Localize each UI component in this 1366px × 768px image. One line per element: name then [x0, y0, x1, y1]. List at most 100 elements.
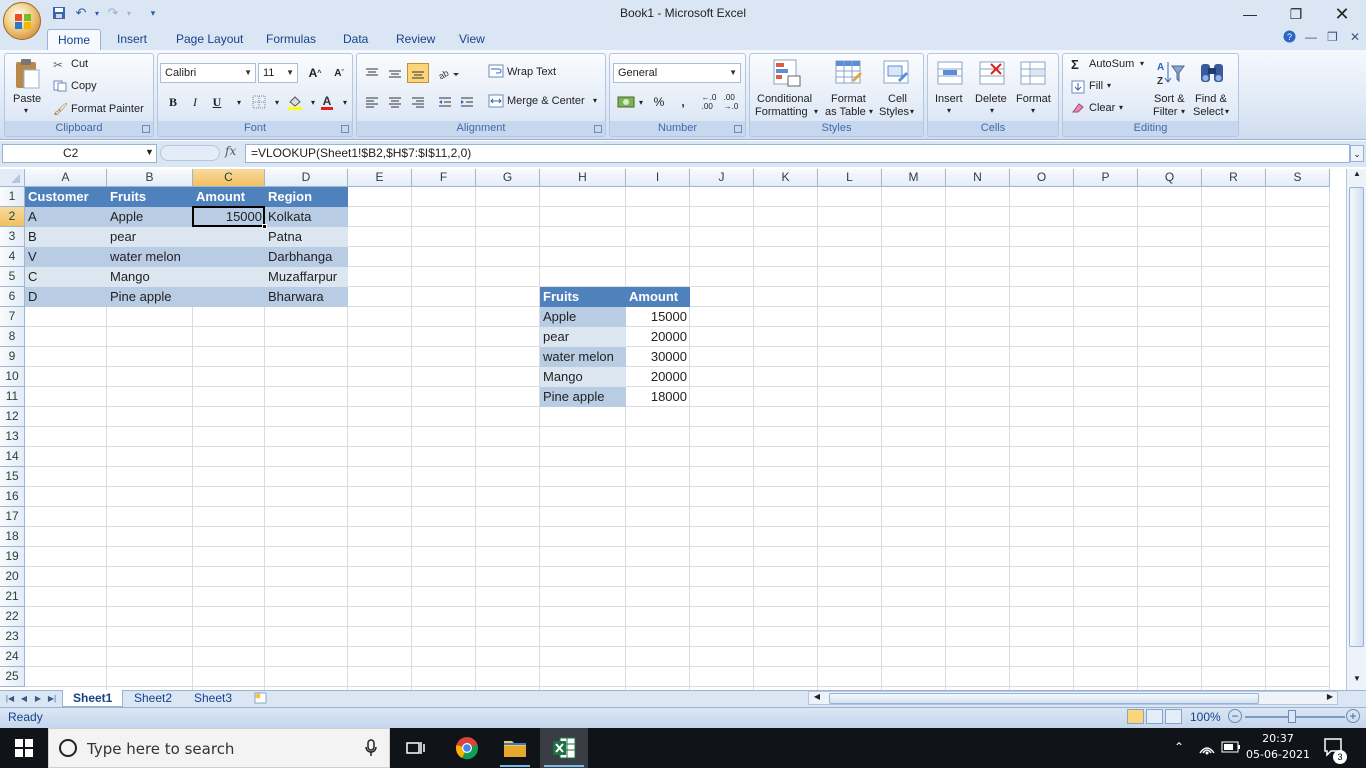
- row-header-22[interactable]: 22: [0, 607, 25, 627]
- close-icon[interactable]: ✕: [1319, 0, 1365, 28]
- column-header-r[interactable]: R: [1202, 169, 1266, 187]
- format-painter-button[interactable]: Format Painter: [71, 103, 144, 115]
- expand-formula-bar-icon[interactable]: ⌄: [1350, 145, 1364, 162]
- column-header-n[interactable]: N: [946, 169, 1010, 187]
- find-select-icon[interactable]: [1195, 56, 1229, 90]
- format-as-table-icon[interactable]: [832, 56, 866, 90]
- shrink-font-icon[interactable]: Aˇ: [328, 63, 350, 83]
- font-size-dropdown-icon[interactable]: ▼: [286, 64, 294, 82]
- table1-header-cell[interactable]: Region: [265, 187, 348, 207]
- fill-dropdown-icon[interactable]: ▾: [1107, 81, 1111, 90]
- find-select-label-1[interactable]: Find &: [1195, 93, 1227, 105]
- row-header-17[interactable]: 17: [0, 507, 25, 527]
- column-header-g[interactable]: G: [476, 169, 540, 187]
- table1-cell[interactable]: [193, 247, 265, 267]
- show-hidden-icons[interactable]: ⌃: [1174, 740, 1184, 754]
- active-cell-border[interactable]: [192, 206, 265, 227]
- font-size-combo[interactable]: 11 ▼: [258, 63, 298, 83]
- scroll-left-icon[interactable]: ◀: [811, 692, 823, 704]
- name-box-dropdown-icon[interactable]: ▼: [145, 147, 154, 157]
- table1-header-cell[interactable]: Fruits: [107, 187, 193, 207]
- column-header-j[interactable]: J: [690, 169, 754, 187]
- help-icon[interactable]: ?: [1283, 30, 1296, 46]
- vertical-scrollbar[interactable]: ▲ ▼: [1346, 169, 1366, 690]
- table1-cell[interactable]: Muzaffarpur: [265, 267, 348, 287]
- next-sheet-icon[interactable]: ▶: [32, 692, 44, 705]
- zoom-slider-thumb[interactable]: [1288, 710, 1296, 723]
- table1-cell[interactable]: B: [25, 227, 107, 247]
- insert-sheet-icon[interactable]: [252, 691, 272, 705]
- insert-dropdown-icon[interactable]: ▾: [947, 106, 951, 115]
- row-header-21[interactable]: 21: [0, 587, 25, 607]
- page-break-view-icon[interactable]: [1165, 709, 1182, 724]
- tab-page-layout[interactable]: Page Layout: [166, 29, 253, 51]
- sort-filter-label-2[interactable]: Filter: [1153, 106, 1177, 118]
- row-header-18[interactable]: 18: [0, 527, 25, 547]
- align-center-icon[interactable]: [384, 92, 406, 112]
- sort-filter-label-1[interactable]: Sort &: [1154, 93, 1185, 105]
- tab-formulas[interactable]: Formulas: [256, 29, 326, 51]
- table1-header-cell[interactable]: Customer: [25, 187, 107, 207]
- row-header-15[interactable]: 15: [0, 467, 25, 487]
- worksheet-grid[interactable]: ABCDEFGHIJKLMNOPQRS 1 2 3 4 5 6 7 8 9 10 11 12 13 14 1…: [0, 169, 1346, 690]
- conditional-formatting-dropdown-icon[interactable]: ▾: [814, 107, 818, 116]
- increase-decimal-icon[interactable]: ←.0.00: [698, 92, 720, 112]
- column-header-s[interactable]: S: [1266, 169, 1330, 187]
- table1-cell[interactable]: A: [25, 207, 107, 227]
- format-cells-button[interactable]: Format: [1016, 93, 1051, 105]
- select-all-corner[interactable]: [0, 169, 25, 187]
- previous-sheet-icon[interactable]: ◀: [18, 692, 30, 705]
- row-header-25[interactable]: 25: [0, 667, 25, 687]
- format-as-table-label-1[interactable]: Format: [831, 93, 866, 105]
- comma-button[interactable]: ,: [672, 92, 694, 112]
- row-header-6[interactable]: 6: [0, 287, 25, 307]
- format-as-table-label-2[interactable]: as Table: [825, 106, 866, 118]
- grow-font-icon[interactable]: A ^: [304, 63, 326, 83]
- merge-dropdown-icon[interactable]: ▾: [593, 96, 597, 105]
- find-select-dropdown-icon[interactable]: ▾: [1225, 107, 1229, 116]
- network-icon[interactable]: [1198, 739, 1216, 758]
- excel-taskbar-icon[interactable]: [540, 728, 588, 768]
- row-header-5[interactable]: 5: [0, 267, 25, 287]
- table2-header-cell[interactable]: Fruits: [540, 287, 626, 307]
- conditional-formatting-label-2[interactable]: Formatting: [755, 106, 808, 118]
- font-name-dropdown-icon[interactable]: ▼: [244, 64, 252, 82]
- sort-filter-dropdown-icon[interactable]: ▾: [1181, 107, 1185, 116]
- column-header-d[interactable]: D: [265, 169, 348, 187]
- workbook-close-icon[interactable]: ✕: [1350, 30, 1360, 44]
- table2-cell[interactable]: 20000: [626, 367, 690, 387]
- zoom-level[interactable]: 100%: [1190, 710, 1221, 724]
- horizontal-scrollbar[interactable]: ◀ ▶: [808, 691, 1338, 705]
- row-header-23[interactable]: 23: [0, 627, 25, 647]
- formula-bar-handle[interactable]: [160, 145, 220, 161]
- wrap-text-button[interactable]: Wrap Text: [507, 66, 556, 78]
- row-header-20[interactable]: 20: [0, 567, 25, 587]
- row-header-14[interactable]: 14: [0, 447, 25, 467]
- paste-dropdown-icon[interactable]: ▾: [24, 106, 28, 115]
- align-right-icon[interactable]: [407, 92, 429, 112]
- row-header-12[interactable]: 12: [0, 407, 25, 427]
- table2-cell[interactable]: Apple: [540, 307, 626, 327]
- bold-button[interactable]: B: [162, 92, 184, 112]
- delete-cells-icon[interactable]: [975, 56, 1009, 90]
- sheet-tab-sheet2[interactable]: Sheet2: [124, 690, 182, 707]
- scroll-down-icon[interactable]: ▼: [1350, 674, 1364, 686]
- table1-cell[interactable]: Bharwara: [265, 287, 348, 307]
- column-header-f[interactable]: F: [412, 169, 476, 187]
- scroll-up-icon[interactable]: ▲: [1350, 169, 1364, 181]
- row-header-4[interactable]: 4: [0, 247, 25, 267]
- horizontal-scroll-thumb[interactable]: [829, 693, 1259, 704]
- column-header-h[interactable]: H: [540, 169, 626, 187]
- row-header-10[interactable]: 10: [0, 367, 25, 387]
- tab-insert[interactable]: Insert: [107, 29, 157, 51]
- align-left-icon[interactable]: [361, 92, 383, 112]
- format-cells-icon[interactable]: [1016, 56, 1050, 90]
- workbook-minimize-icon[interactable]: —: [1305, 30, 1317, 44]
- column-header-c[interactable]: C: [193, 169, 265, 187]
- tab-data[interactable]: Data: [333, 29, 378, 51]
- currency-dropdown-icon[interactable]: ▾: [636, 92, 646, 112]
- row-header-13[interactable]: 13: [0, 427, 25, 447]
- zoom-in-icon[interactable]: +: [1346, 709, 1360, 723]
- insert-function-button[interactable]: fx: [225, 144, 236, 158]
- tab-home[interactable]: Home: [47, 29, 102, 51]
